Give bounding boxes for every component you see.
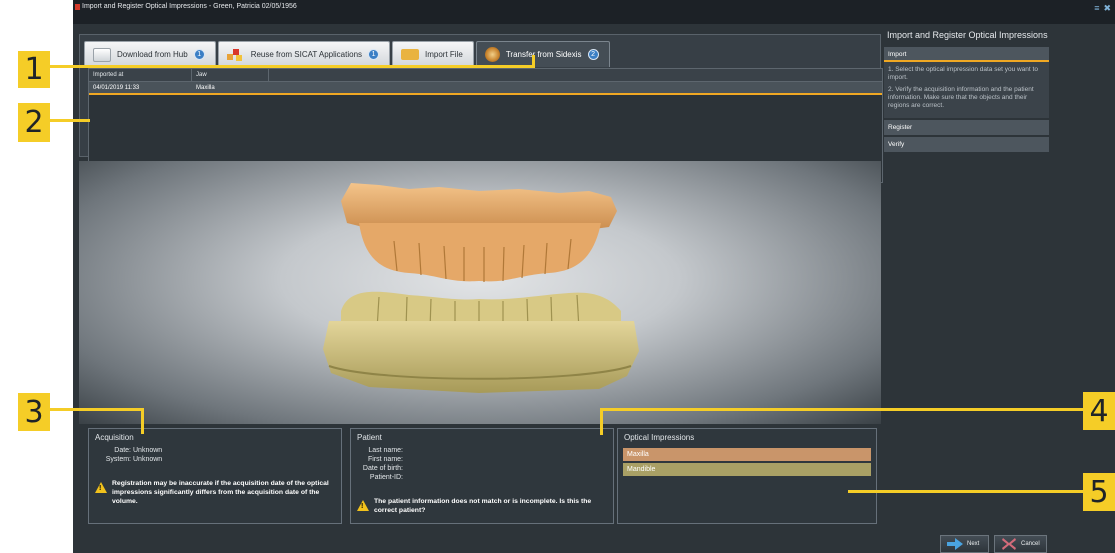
- callout-1-line-tick: [532, 55, 535, 68]
- callout-3-line-tick: [141, 408, 144, 434]
- tab-label: Download from Hub: [117, 50, 188, 59]
- callout-2: 2: [18, 103, 50, 142]
- acquisition-date-row: Date: Unknown: [89, 446, 341, 455]
- tab-transfer-from-sidexis[interactable]: Transfer from Sidexis 2: [475, 41, 610, 67]
- sidexis-icon: [484, 47, 500, 62]
- date-value: Unknown: [133, 447, 163, 454]
- application-window: Import and Register Optical Impressions …: [73, 0, 1115, 553]
- tab-label: Import File: [425, 50, 463, 59]
- cancel-label: Cancel: [1021, 541, 1040, 547]
- tab-count-badge: 1: [368, 49, 380, 60]
- acquisition-warning-text: Registration may be inaccurate if the ac…: [112, 480, 329, 505]
- first-name-label: First name:: [367, 456, 403, 463]
- acquisition-panel: Acquisition Date: Unknown System: Unknow…: [88, 428, 342, 524]
- tab-reuse-from-sicat[interactable]: Reuse from SICAT Applications 1: [217, 41, 391, 67]
- callout-2-line: [50, 119, 90, 122]
- mandible-base: [323, 321, 639, 393]
- tab-import-file[interactable]: Import File: [392, 41, 474, 67]
- step-verify[interactable]: Verify: [884, 137, 1049, 152]
- data-source-panel: Download from Hub 1 Reuse from SICAT App…: [79, 34, 883, 183]
- cancel-x-icon: [1002, 538, 1016, 550]
- step-import[interactable]: Import: [884, 47, 1049, 62]
- callout-4-line: [600, 408, 1083, 411]
- warning-icon: !: [357, 500, 369, 511]
- list-item-mandible[interactable]: Mandible: [623, 463, 871, 476]
- next-button[interactable]: Next: [940, 535, 989, 553]
- system-label: System:: [105, 456, 131, 463]
- dental-model-render: [323, 183, 639, 393]
- menu-icon[interactable]: ≡: [1094, 4, 1099, 13]
- patient-field-row: First name:: [351, 455, 613, 464]
- callout-3: 3: [18, 393, 50, 431]
- tab-label: Transfer from Sidexis: [505, 50, 582, 59]
- tab-count-badge: 2: [587, 49, 599, 60]
- 3d-viewport[interactable]: [79, 161, 881, 424]
- window-title: Import and Register Optical Impressions …: [82, 3, 297, 10]
- callout-1: 1: [18, 51, 50, 88]
- patient-warning: ! The patient information does not match…: [357, 497, 611, 515]
- last-name-label: Last name:: [368, 447, 403, 454]
- patient-panel: Patient Last name: First name: Date of b…: [350, 428, 614, 524]
- tab-count-badge: 1: [193, 49, 205, 60]
- instruction-step-1: 1. Select the optical impression data se…: [888, 66, 1038, 81]
- tab-download-from-hub[interactable]: Download from Hub 1: [84, 41, 216, 67]
- jaw-cell: Maxilla: [196, 85, 215, 91]
- patient-warning-text: The patient information does not match o…: [374, 498, 592, 514]
- next-label: Next: [967, 541, 980, 547]
- import-instructions: 1. Select the optical impression data se…: [884, 62, 1049, 118]
- tab-label: Reuse from SICAT Applications: [250, 50, 363, 59]
- patient-field-row: Last name:: [351, 446, 613, 455]
- patient-field-row: Date of birth:: [351, 464, 613, 473]
- table-header: Imported at Jaw: [89, 69, 882, 82]
- table-row[interactable]: 04/01/2019 11:33 Maxilla: [89, 82, 882, 95]
- workflow-panel: Import and Register Optical Impressions …: [884, 26, 1049, 520]
- arrow-right-icon: [947, 538, 963, 550]
- callout-4-line-tick: [600, 408, 603, 435]
- folder-icon: [401, 49, 420, 60]
- hub-box-icon: [93, 47, 111, 62]
- close-icon[interactable]: ✖: [1103, 4, 1111, 13]
- workflow-title: Import and Register Optical Impressions: [887, 30, 1048, 40]
- sicat-apps-icon: [226, 48, 245, 62]
- date-label: Date:: [114, 447, 131, 454]
- column-header-jaw[interactable]: Jaw: [192, 69, 269, 81]
- patient-field-row: Patient-ID:: [351, 473, 613, 482]
- patient-id-label: Patient-ID:: [369, 474, 403, 481]
- patient-title: Patient: [357, 433, 382, 442]
- imported-at-cell: 04/01/2019 11:33: [93, 85, 140, 91]
- optical-impressions-title: Optical Impressions: [624, 433, 695, 442]
- column-header-imported-at[interactable]: Imported at: [89, 69, 192, 81]
- cancel-button[interactable]: Cancel: [994, 535, 1047, 553]
- step-register[interactable]: Register: [884, 120, 1049, 135]
- date-of-birth-label: Date of birth:: [362, 465, 403, 472]
- title-bar: Import and Register Optical Impressions …: [73, 0, 1115, 24]
- list-item-maxilla[interactable]: Maxilla: [623, 448, 871, 461]
- instruction-step-2: 2. Verify the acquisition information an…: [888, 86, 1034, 109]
- app-logo-icon: [75, 4, 80, 10]
- callout-5: 5: [1083, 473, 1115, 511]
- acquisition-title: Acquisition: [95, 433, 134, 442]
- acquisition-warning: ! Registration may be inaccurate if the …: [95, 479, 339, 506]
- callout-1-line: [50, 65, 534, 68]
- callout-3-line: [50, 408, 144, 411]
- optical-impressions-panel: Optical Impressions Maxilla Mandible: [617, 428, 877, 524]
- warning-icon: !: [95, 482, 107, 493]
- acquisition-system-row: System: Unknown: [89, 455, 341, 464]
- system-value: Unknown: [133, 456, 163, 463]
- callout-4: 4: [1083, 392, 1115, 430]
- callout-5-line: [848, 490, 1083, 493]
